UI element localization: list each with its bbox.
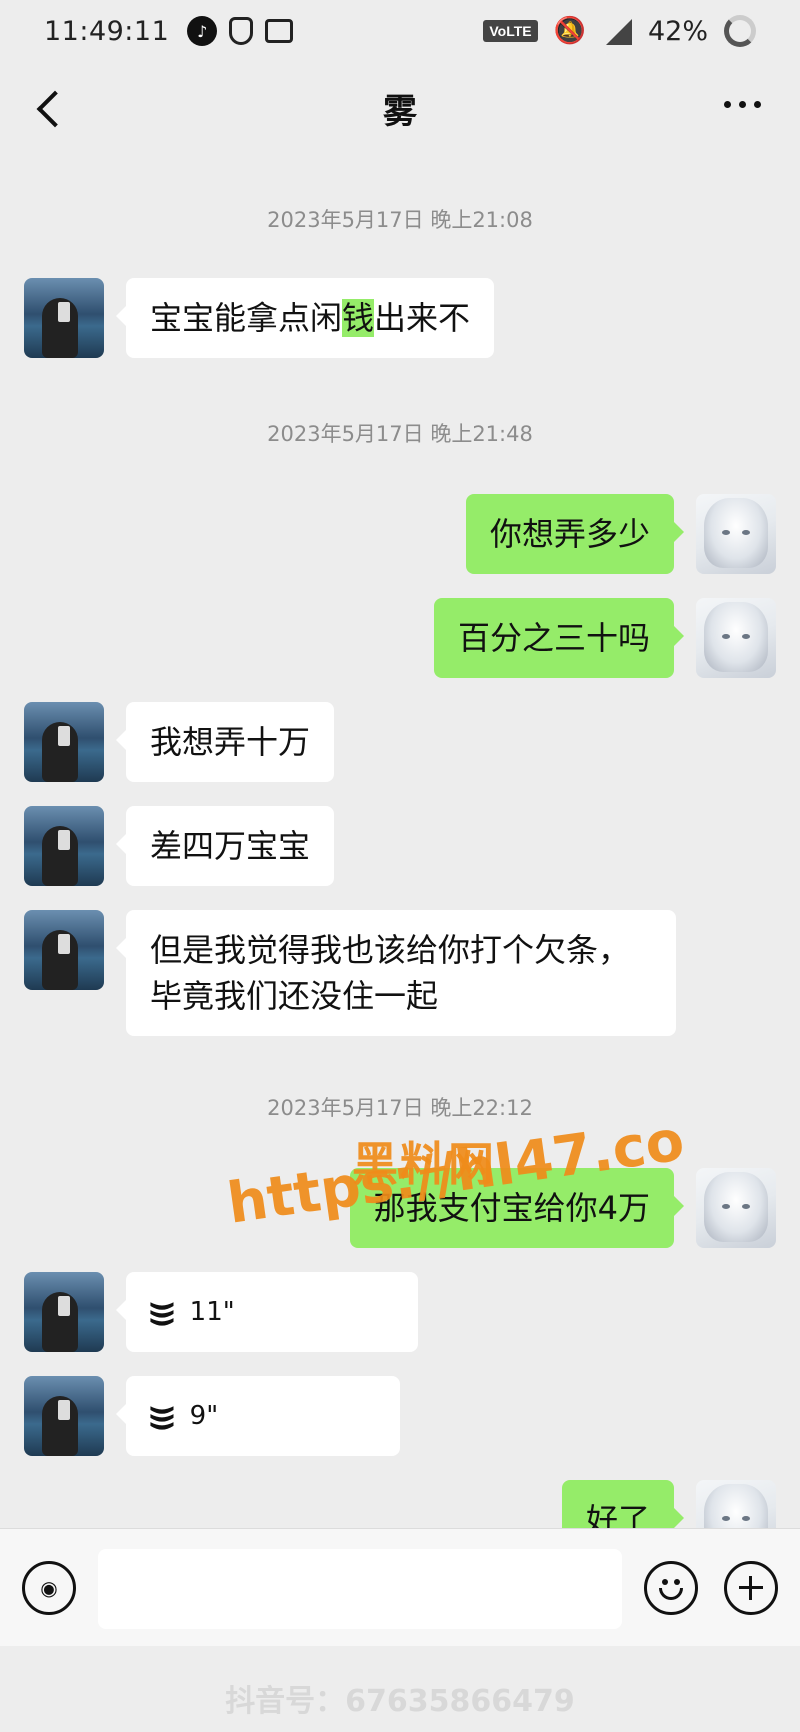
contact-avatar[interactable] <box>24 278 104 358</box>
emoji-button[interactable] <box>644 1561 698 1615</box>
message-bubble-received[interactable]: 但是我觉得我也该给你打个欠条， 毕竟我们还没住一起 <box>116 910 676 1036</box>
notification-icons: ♪ <box>187 16 294 46</box>
contact-avatar[interactable] <box>24 910 104 990</box>
message-text: 差四万宝宝 <box>150 827 311 865</box>
message-text-line: 但是我觉得我也该给你打个欠条， <box>150 931 631 969</box>
contact-avatar[interactable] <box>24 1376 104 1456</box>
contact-avatar[interactable] <box>24 806 104 886</box>
douyin-watermark: 抖音号：67635866479 <box>225 1684 575 1719</box>
battery-text: 42% <box>647 15 708 47</box>
my-avatar[interactable] <box>696 598 776 678</box>
message-input[interactable] <box>98 1549 622 1629</box>
message-text-line: 毕竟我们还没住一起 <box>150 977 439 1015</box>
battery-icon <box>724 15 756 47</box>
voice-wave-icon: ))) <box>146 1300 177 1324</box>
voice-input-button[interactable]: ◉ <box>22 1561 76 1615</box>
message-bubble-received[interactable]: 我想弄十万 <box>115 702 335 782</box>
back-button[interactable] <box>30 84 70 132</box>
status-bar: 11:49:11 ♪ VoLTE 🔕 42% <box>0 0 800 62</box>
message-text: 你想弄多少 <box>489 515 650 553</box>
voice-message-bubble[interactable]: ))) 9" <box>116 1376 400 1456</box>
message-text: 我想弄十万 <box>150 723 311 761</box>
voice-duration: 9" <box>189 1401 219 1431</box>
contact-avatar[interactable] <box>24 702 104 782</box>
status-right: VoLTE 🔕 42% <box>483 15 756 47</box>
message-bubble-sent[interactable]: 你想弄多少 <box>465 494 685 574</box>
more-options-button[interactable] <box>724 94 764 114</box>
voice-wave-icon: ))) <box>146 1404 177 1428</box>
status-time: 11:49:11 <box>44 15 170 47</box>
voice-duration: 11" <box>189 1297 235 1327</box>
message-text: 宝宝能拿点闲 <box>150 299 343 337</box>
message-bubble-received[interactable]: 宝宝能拿点闲钱出来不 <box>115 278 495 358</box>
message-text-highlight: 钱 <box>342 299 375 337</box>
contact-avatar[interactable] <box>24 1272 104 1352</box>
timestamp: 2023年5月17日 晚上21:48 <box>267 422 533 446</box>
input-bar: ◉ <box>0 1528 800 1646</box>
voice-icon: ◉ <box>40 1576 58 1600</box>
signal-icon <box>602 17 632 45</box>
tiktok-icon: ♪ <box>187 16 218 46</box>
timestamp: 2023年5月17日 晚上21:08 <box>267 208 533 232</box>
message-bubble-received[interactable]: 差四万宝宝 <box>115 806 335 886</box>
mute-bell-icon: 🔕 <box>553 16 586 46</box>
chat-header: 雾 <box>0 62 800 154</box>
volte-badge: VoLTE <box>483 20 538 42</box>
message-text: 出来不 <box>374 299 471 337</box>
chat-title: 雾 <box>383 91 417 132</box>
voice-message-bubble[interactable]: ))) 11" <box>116 1272 418 1352</box>
shield-icon <box>229 17 254 45</box>
my-avatar[interactable] <box>696 494 776 574</box>
message-icon <box>265 19 294 43</box>
message-bubble-sent[interactable]: 百分之三十吗 <box>433 598 685 678</box>
my-avatar[interactable] <box>696 1168 776 1248</box>
message-text: 百分之三十吗 <box>457 619 650 657</box>
more-actions-button[interactable] <box>724 1561 778 1615</box>
